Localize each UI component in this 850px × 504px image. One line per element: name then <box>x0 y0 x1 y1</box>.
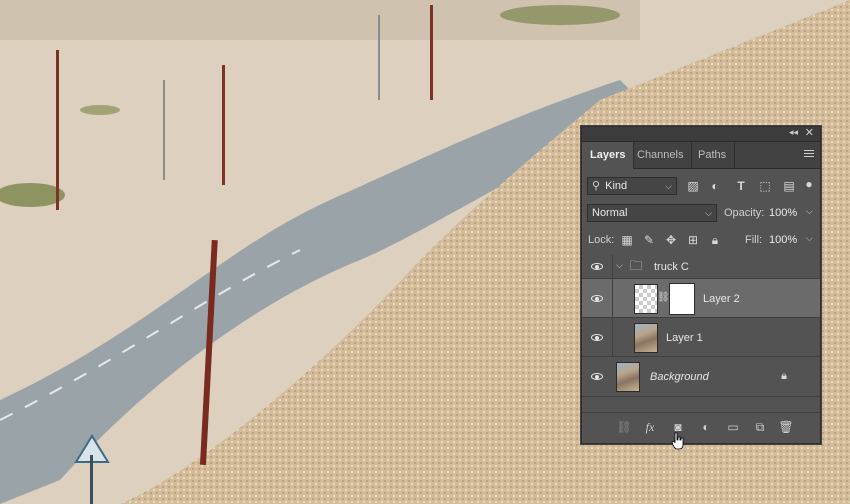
divider <box>612 279 613 317</box>
layer-row-layer-2[interactable]: ⛓ Layer 2 <box>582 279 820 318</box>
layer-thumbnail[interactable] <box>616 362 640 392</box>
type-filter-icon[interactable]: T <box>734 179 748 193</box>
layer-row-group[interactable]: ⌵ 🗀︎ truck C <box>582 255 820 279</box>
adjustment-icon[interactable]: ◐ <box>698 420 714 434</box>
adjustment-filter-icon[interactable]: ◐ <box>708 179 722 193</box>
blend-mode-select[interactable]: Normal ⌵ <box>587 204 717 222</box>
chevron-down-icon: ⌵ <box>665 181 672 191</box>
shape-filter-icon[interactable]: ⬚ <box>758 179 772 193</box>
filter-kind-value: Kind <box>605 180 628 192</box>
collapse-icon[interactable]: ◂◂ <box>789 127 798 138</box>
layer-row-background[interactable]: Background 🔒︎ <box>582 357 820 397</box>
panel-title-bar[interactable]: ◂◂ ✕ <box>582 127 820 142</box>
new-layer-icon[interactable]: ⧉ <box>752 420 768 434</box>
layer-list: ⌵ 🗀︎ truck C ⛓ Layer 2 Layer 1 Backgroun… <box>582 255 820 406</box>
filter-toggle-icon[interactable]: ● <box>804 177 814 191</box>
panel-menu-icon[interactable] <box>804 148 814 159</box>
fill-chevron-icon[interactable]: ⌵ <box>806 233 813 244</box>
pixel-filter-icon[interactable]: ▨ <box>686 179 700 193</box>
divider <box>612 318 613 356</box>
opacity-label: Opacity: <box>724 207 765 219</box>
visibility-eye-icon[interactable] <box>590 372 604 382</box>
layer-name: truck C <box>654 261 689 273</box>
chevron-down-icon: ⌵ <box>705 208 712 218</box>
fill-label: Fill: <box>745 234 763 246</box>
divider <box>612 255 613 278</box>
lock-position-icon[interactable]: ✥ <box>664 233 678 247</box>
layer-thumbnail[interactable] <box>634 323 658 353</box>
chain-link-icon[interactable]: ⛓ <box>657 291 670 305</box>
lock-artboard-icon[interactable]: ⊞ <box>686 233 700 247</box>
layer-name: Layer 1 <box>666 332 703 344</box>
layers-panel: ◂◂ ✕ Layers Channels Paths ⚲ Kind ⌵ ▨ ◐ … <box>581 126 821 444</box>
layer-name: Layer 2 <box>703 293 740 305</box>
opacity-chevron-icon[interactable]: ⌵ <box>806 206 813 217</box>
hand-cursor-icon <box>671 432 684 450</box>
layer-row-layer-1[interactable]: Layer 1 <box>582 318 820 357</box>
lock-image-icon[interactable]: ✎ <box>642 233 656 247</box>
lock-transparent-icon[interactable]: ▦ <box>620 233 634 247</box>
close-icon[interactable]: ✕ <box>805 126 814 139</box>
layer-thumbnail[interactable] <box>634 284 658 314</box>
mask-thumbnail[interactable] <box>669 283 695 315</box>
filter-kind-select[interactable]: ⚲ Kind ⌵ <box>587 177 677 195</box>
link-icon[interactable]: ⛓ <box>616 420 632 434</box>
blend-mode-value: Normal <box>592 207 628 219</box>
trash-icon[interactable]: 🗑︎ <box>778 420 794 434</box>
panel-bottom-toolbar: ⛓ fx ◙ ◐ ▭ ⧉ 🗑︎ <box>582 412 820 441</box>
opacity-value[interactable]: 100% <box>769 207 797 219</box>
fx-icon[interactable]: fx <box>642 420 658 434</box>
smart-object-filter-icon[interactable]: ▤ <box>782 179 796 193</box>
lock-all-icon[interactable]: 🔒︎ <box>708 233 722 247</box>
group-expand-icon[interactable]: ⌵ <box>616 260 623 271</box>
filter-row: ⚲ Kind ⌵ ▨ ◐ T ⬚ ▤ ● <box>582 176 820 196</box>
lock-label: Lock: <box>588 234 615 246</box>
tab-layers[interactable]: Layers <box>582 142 635 169</box>
visibility-eye-icon[interactable] <box>590 294 604 304</box>
panel-tabs: Layers Channels Paths <box>582 142 820 169</box>
visibility-eye-icon[interactable] <box>590 333 604 343</box>
new-group-icon[interactable]: ▭ <box>725 420 741 434</box>
folder-icon: 🗀︎ <box>629 258 643 273</box>
blend-row: Normal ⌵ Opacity: 100% ⌵ <box>582 203 820 223</box>
visibility-eye-icon[interactable] <box>590 262 604 272</box>
search-icon: ⚲ <box>592 180 601 192</box>
layer-name: Background <box>650 371 709 383</box>
tab-channels[interactable]: Channels <box>629 142 693 168</box>
lock-icon[interactable]: 🔒︎ <box>778 369 790 383</box>
tab-paths[interactable]: Paths <box>690 142 736 168</box>
lock-row: Lock: ▦ ✎ ✥ ⊞ 🔒︎ Fill: 100% ⌵ <box>582 230 820 250</box>
fill-value[interactable]: 100% <box>769 234 797 246</box>
